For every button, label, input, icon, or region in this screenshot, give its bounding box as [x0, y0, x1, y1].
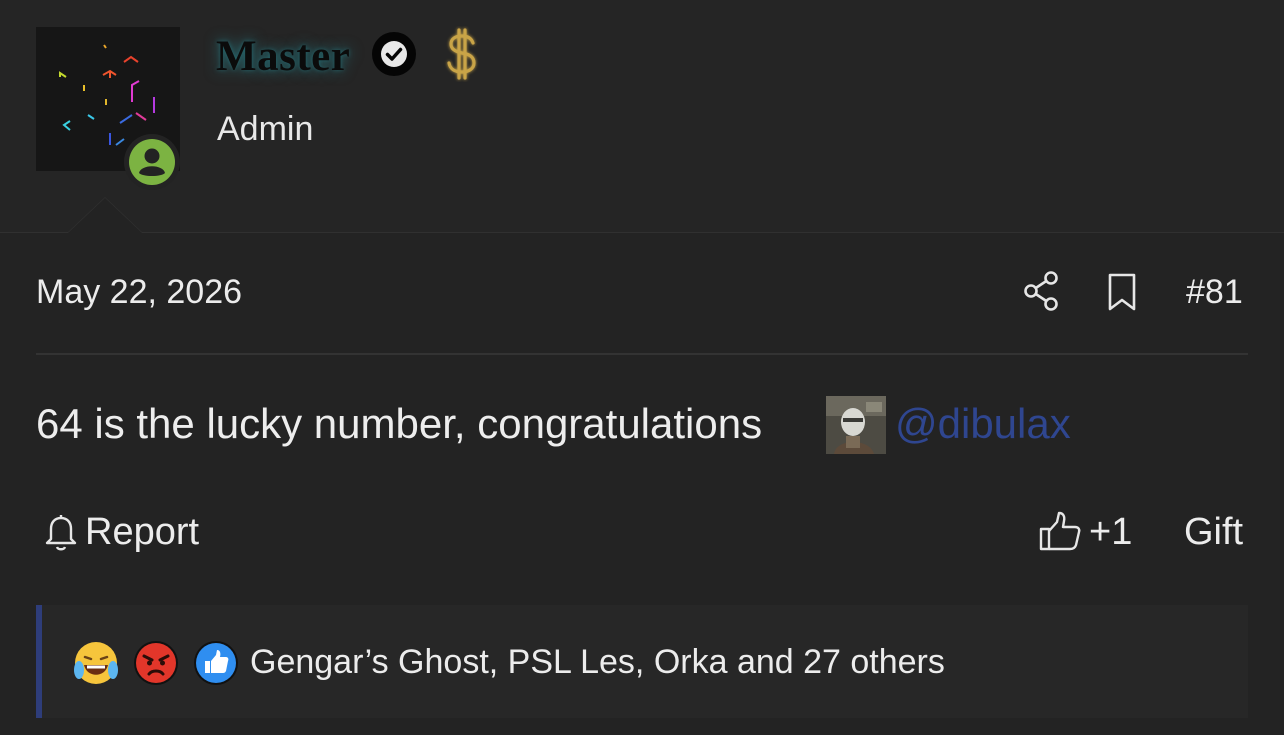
bookmark-icon[interactable] [1106, 272, 1138, 312]
verified-check-icon [371, 31, 417, 77]
thumbs-up-icon [193, 640, 239, 686]
thumbs-up-outline-icon[interactable] [1038, 510, 1082, 552]
user-mention-link[interactable]: @dibulax [895, 400, 1071, 448]
pointer-arrow [68, 198, 142, 233]
angry-face-icon [133, 640, 179, 686]
user-status-icon [131, 141, 173, 183]
joy-tears-icon [73, 640, 119, 686]
report-button[interactable]: Report [85, 511, 199, 554]
bell-icon[interactable] [44, 512, 78, 552]
post-message: 64 is the lucky number, congratulations [36, 400, 763, 447]
mention-avatar[interactable] [826, 396, 886, 454]
reactions-summary[interactable]: Gengar’s Ghost, PSL Les, Orka and 27 oth… [250, 643, 945, 682]
reactions-bar[interactable]: Gengar’s Ghost, PSL Les, Orka and 27 oth… [36, 605, 1248, 718]
post-number-link[interactable]: #81 [1186, 273, 1243, 312]
dollar-icon [440, 26, 484, 82]
post-date[interactable]: May 22, 2026 [36, 273, 242, 312]
share-icon[interactable] [1022, 270, 1062, 312]
divider [36, 353, 1248, 355]
gift-button[interactable]: Gift [1184, 511, 1243, 554]
like-button[interactable]: +1 [1089, 511, 1132, 554]
online-status-indicator [124, 134, 180, 190]
user-info-block: Master Admin [0, 0, 1284, 233]
username[interactable]: Master [216, 32, 350, 81]
user-role: Admin [217, 110, 314, 148]
